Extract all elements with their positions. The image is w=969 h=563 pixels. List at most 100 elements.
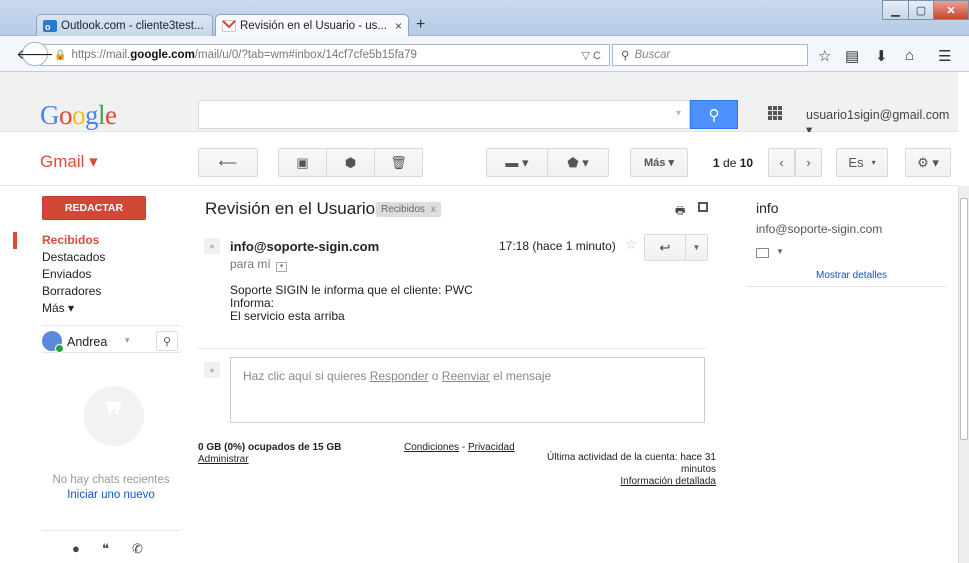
gear-icon: ⚙ ▾ bbox=[917, 154, 939, 170]
more-actions-button[interactable]: Más ▾ bbox=[630, 148, 688, 177]
sidebar-item-sent[interactable]: Enviados bbox=[0, 266, 180, 283]
reply-icon: ↩ bbox=[659, 239, 671, 255]
minimize-button[interactable]: ▁ bbox=[882, 0, 909, 20]
back-to-inbox-button[interactable]: ⟵ bbox=[198, 148, 258, 177]
spam-icon: ⬢ bbox=[344, 154, 357, 170]
search-icon: ⚲ bbox=[162, 335, 172, 348]
chat-search-button[interactable]: ⚲ bbox=[156, 331, 178, 351]
pager-sep: de bbox=[719, 156, 740, 170]
delete-button[interactable]: 🗑 bbox=[374, 148, 423, 177]
new-tab-button[interactable]: + bbox=[416, 16, 425, 34]
download-icon[interactable]: ⬇ bbox=[875, 47, 888, 65]
person-icon[interactable]: ● bbox=[72, 541, 80, 556]
archive-button[interactable]: ▣ bbox=[278, 148, 327, 177]
tab-gmail[interactable]: Revisión en el Usuario - us... × bbox=[215, 14, 409, 37]
search-icon: ⚲ bbox=[621, 50, 630, 62]
hangouts-quote-icon: ❞ bbox=[84, 386, 144, 446]
new-window-icon[interactable] bbox=[698, 202, 708, 212]
terms-links: Condiciones - Privacidad bbox=[404, 442, 515, 453]
browser-search-input[interactable]: ⚲ Buscar bbox=[612, 44, 808, 66]
input-tools-button[interactable]: Es ▾ bbox=[836, 148, 888, 177]
scrollbar-thumb[interactable] bbox=[960, 198, 968, 440]
manage-storage-link[interactable]: Administrar bbox=[198, 454, 249, 465]
avatar bbox=[42, 331, 64, 353]
recipient-text: para mí ▾ bbox=[230, 257, 288, 272]
reading-list-icon[interactable]: ▤ bbox=[845, 47, 859, 65]
reload-icon[interactable]: ▽ C bbox=[582, 49, 601, 62]
chat-user-name: Andrea bbox=[67, 335, 108, 349]
menu-icon[interactable]: ☰ bbox=[938, 47, 951, 65]
search-placeholder: Buscar bbox=[634, 49, 671, 61]
newer-button[interactable]: ‹ bbox=[768, 148, 795, 177]
report-spam-button[interactable]: ⬢ bbox=[326, 148, 375, 177]
show-details-link[interactable]: Mostrar detalles bbox=[816, 270, 887, 281]
chevron-left-icon: ‹ bbox=[779, 155, 784, 170]
terms-link[interactable]: Condiciones bbox=[404, 442, 459, 453]
tab-close-icon[interactable]: × bbox=[387, 19, 402, 33]
message-time: 17:18 (hace 1 minuto) bbox=[499, 239, 616, 253]
envelope-icon[interactable] bbox=[756, 248, 769, 258]
search-icon: ⚲ bbox=[708, 106, 720, 124]
contact-email: info@soporte-sigin.com bbox=[756, 222, 883, 236]
start-new-chat-link[interactable]: Iniciar uno nuevo bbox=[42, 489, 180, 501]
arrow-left-icon: ⟵ bbox=[218, 154, 238, 170]
apps-grid-icon[interactable] bbox=[768, 106, 782, 120]
tab-close-icon[interactable]: × bbox=[204, 19, 213, 33]
gmail-search-input[interactable]: ▾ bbox=[198, 100, 690, 129]
activity-details-link[interactable]: Información detallada bbox=[620, 476, 716, 487]
labels-button[interactable]: ⬟ ▾ bbox=[547, 148, 609, 177]
message-body: Soporte SIGIN le informa que el cliente:… bbox=[230, 284, 473, 323]
close-window-button[interactable]: ✕ bbox=[933, 0, 969, 20]
bookmark-star-icon[interactable]: ☆ bbox=[818, 47, 831, 65]
tab-label: Revisión en el Usuario - us... bbox=[240, 20, 388, 32]
tab-label: Outlook.com - cliente3test... bbox=[61, 19, 204, 32]
pager-current: 1 bbox=[713, 156, 720, 170]
message-more-button[interactable]: ▼ bbox=[685, 234, 708, 261]
star-icon[interactable]: ☆ bbox=[625, 236, 638, 253]
forward-link[interactable]: Reenviar bbox=[442, 369, 490, 383]
sidebar-item-inbox[interactable]: Recibidos bbox=[0, 232, 180, 249]
sidebar-nav: Recibidos Destacados Enviados Borradores… bbox=[0, 232, 180, 317]
gmail-search-button[interactable]: ⚲ bbox=[690, 100, 738, 129]
gmail-switcher[interactable]: Gmail ▾ bbox=[40, 152, 98, 172]
older-button[interactable]: › bbox=[795, 148, 822, 177]
tab-outlook[interactable]: o Outlook.com - cliente3test... × bbox=[36, 14, 213, 36]
google-logo[interactable]: Google bbox=[40, 100, 117, 131]
remove-label-icon[interactable]: x bbox=[431, 204, 436, 215]
sender-email[interactable]: info@soporte-sigin.com bbox=[230, 239, 379, 254]
label-chip[interactable]: Recibidos x bbox=[376, 202, 441, 217]
maximize-button[interactable]: ▢ bbox=[908, 0, 934, 20]
search-options-icon[interactable]: ▾ bbox=[676, 108, 681, 119]
home-icon[interactable]: ⌂ bbox=[905, 47, 914, 64]
sidebar-item-drafts[interactable]: Borradores bbox=[0, 283, 180, 300]
reply-button[interactable]: ↩ bbox=[644, 234, 686, 261]
compose-button[interactable]: REDACTAR bbox=[42, 196, 146, 220]
sidebar-item-starred[interactable]: Destacados bbox=[0, 249, 180, 266]
chevron-down-icon[interactable]: ▼ bbox=[776, 247, 784, 256]
url-bar[interactable]: 🔒 https://mail. google.com/mail/u/0/?tab=… bbox=[40, 44, 610, 66]
phone-icon[interactable]: ✆ bbox=[132, 541, 143, 557]
url-path: /mail/u/0/?tab=wm#inbox/14cf7cfe5b15fa79 bbox=[194, 49, 417, 61]
chevron-down-icon[interactable]: ▾ bbox=[125, 335, 130, 346]
hangouts-user[interactable]: Andrea ▾ ⚲ bbox=[42, 325, 180, 353]
sidebar-item-more[interactable]: Más ▾ bbox=[0, 300, 180, 317]
reply-box[interactable]: Haz clic aquí si quieres Responder o Ree… bbox=[230, 357, 705, 423]
reply-link[interactable]: Responder bbox=[370, 369, 429, 383]
reply-prompt-prefix: Haz clic aquí si quieres bbox=[243, 369, 370, 383]
print-icon[interactable]: 🖶 bbox=[675, 202, 685, 221]
settings-button[interactable]: ⚙ ▾ bbox=[905, 148, 951, 177]
recipient-label: para mí bbox=[230, 257, 271, 271]
details-dropdown-icon[interactable]: ▾ bbox=[276, 262, 288, 272]
activity-line: minutos bbox=[680, 464, 716, 475]
pager-total: 10 bbox=[739, 156, 754, 170]
move-to-button[interactable]: ▬ ▾ bbox=[486, 148, 548, 177]
chevron-down-icon: ▾ bbox=[871, 158, 876, 167]
privacy-link[interactable]: Privacidad bbox=[468, 442, 515, 453]
browser-navbar: 🔒 https://mail. google.com/mail/u/0/?tab=… bbox=[0, 36, 969, 72]
back-button[interactable]: 🡐 bbox=[16, 42, 54, 66]
page-scrollbar[interactable] bbox=[958, 186, 969, 563]
hangouts-icon[interactable]: ❝ bbox=[102, 541, 109, 557]
gmail-icon bbox=[222, 20, 236, 32]
outlook-icon: o bbox=[43, 19, 57, 32]
label-tag-icon: ⬟ ▾ bbox=[567, 154, 589, 170]
